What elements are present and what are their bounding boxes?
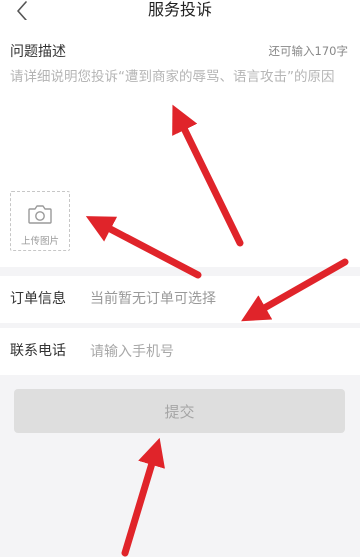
annotation-arrow-submit bbox=[121, 437, 165, 557]
annotation-arrow-upload bbox=[85, 216, 202, 279]
annotation-arrows bbox=[85, 104, 349, 557]
annotation-arrow-order bbox=[241, 258, 349, 322]
annotation-arrow-description bbox=[172, 104, 244, 247]
